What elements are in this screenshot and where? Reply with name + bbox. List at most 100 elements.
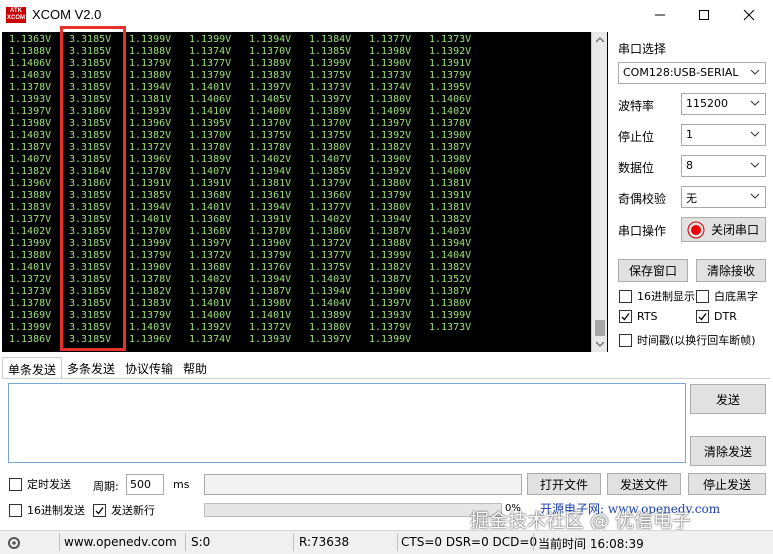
tab-multi-send[interactable]: 多条发送 xyxy=(62,357,120,378)
voltage-reading: 1.1390V xyxy=(369,286,412,297)
stop-send-button[interactable]: 停止发送 xyxy=(688,473,766,495)
voltage-reading: 1.1409V xyxy=(369,106,412,117)
voltage-reading: 1.1401V xyxy=(189,82,232,93)
voltage-reading: 1.1394V xyxy=(369,214,412,225)
send-file-button[interactable]: 发送文件 xyxy=(607,473,681,495)
voltage-reading: 1.1399V xyxy=(129,238,172,249)
voltage-reading: 1.1394V xyxy=(249,202,292,213)
voltage-reading: 1.1379V xyxy=(369,322,412,333)
voltage-reading: 1.1382V xyxy=(369,142,412,153)
voltage-reading: 1.1378V xyxy=(249,142,292,153)
databit-label: 数据位 xyxy=(618,161,655,175)
scroll-down-icon[interactable] xyxy=(592,336,608,352)
voltage-reading: 1.1399V xyxy=(129,34,172,45)
voltage-reading: 1.1400V xyxy=(249,106,292,117)
voltage-reading: 1.1382V xyxy=(429,262,472,273)
voltage-reading: 1.1361V xyxy=(249,190,292,201)
databit-select[interactable]: 8 xyxy=(681,155,766,177)
voltage-reading: 1.1394V xyxy=(309,286,352,297)
voltage-reading: 1.1372V xyxy=(9,274,52,285)
voltage-reading: 1.1372V xyxy=(249,322,292,333)
voltage-reading: 1.1383V xyxy=(9,202,52,213)
chevron-down-icon xyxy=(750,193,760,199)
voltage-reading: 1.1392V xyxy=(369,166,412,177)
send-button[interactable]: 发送 xyxy=(690,384,766,414)
voltage-reading: 1.1379V xyxy=(189,70,232,81)
voltage-reading: 1.1399V xyxy=(189,34,232,45)
tab-protocol[interactable]: 协议传输 xyxy=(120,357,178,378)
voltage-reading: 1.1401V xyxy=(189,202,232,213)
voltage-reading: 1.1402V xyxy=(429,106,472,117)
send-textarea[interactable] xyxy=(8,383,686,463)
port-select-label: 串口选择 xyxy=(618,42,667,56)
close-port-button[interactable]: 关闭串口 xyxy=(681,217,766,242)
timestamp-checkbox[interactable]: 时间戳(以换行回车断帧) xyxy=(619,332,756,348)
voltage-reading: 1.1379V xyxy=(369,190,412,201)
stopbit-select[interactable]: 1 xyxy=(681,124,766,146)
chevron-down-icon xyxy=(750,100,760,106)
parity-select[interactable]: 无 xyxy=(681,186,766,208)
voltage-reading: 1.1372V xyxy=(129,142,172,153)
voltage-reading: 1.1373V xyxy=(429,322,472,333)
voltage-reading: 1.1383V xyxy=(249,70,292,81)
voltage-reading: 1.1406V xyxy=(9,58,52,69)
tab-help[interactable]: 帮助 xyxy=(178,357,212,378)
file-path-field[interactable] xyxy=(204,474,522,495)
dtr-checkbox[interactable]: DTR xyxy=(696,310,737,323)
send-newline-label: 发送新行 xyxy=(111,504,155,517)
port-select[interactable]: COM128:USB-SERIAL xyxy=(618,62,766,84)
voltage-reading: 1.1392V xyxy=(429,46,472,57)
status-website[interactable]: www.openedv.com xyxy=(64,535,177,549)
voltage-reading: 1.1380V xyxy=(309,142,352,153)
scroll-thumb[interactable] xyxy=(595,320,605,336)
voltage-reading: 1.1388V xyxy=(9,46,52,57)
tab-single-send[interactable]: 单条发送 xyxy=(2,357,63,378)
voltage-reading: 1.1397V xyxy=(249,82,292,93)
voltage-reading: 1.1407V xyxy=(309,154,352,165)
scroll-up-icon[interactable] xyxy=(592,32,608,48)
voltage-reading: 1.1380V xyxy=(369,178,412,189)
rts-checkbox[interactable]: RTS xyxy=(619,310,658,323)
hex-send-label: 16进制发送 xyxy=(27,504,85,517)
clear-receive-button[interactable]: 清除接收 xyxy=(696,259,766,282)
voltage-reading: 1.1373V xyxy=(9,286,52,297)
voltage-reading: 1.1375V xyxy=(309,130,352,141)
voltage-reading: 1.1380V xyxy=(369,94,412,105)
voltage-reading: 1.1404V xyxy=(309,298,352,309)
voltage-reading: 1.1384V xyxy=(309,34,352,45)
hex-display-checkbox[interactable]: 16进制显示 xyxy=(619,288,695,304)
voltage-reading: 1.1370V xyxy=(249,46,292,57)
save-window-button[interactable]: 保存窗口 xyxy=(618,259,688,282)
voltage-reading: 1.1374V xyxy=(189,46,232,57)
voltage-reading: 1.1389V xyxy=(309,106,352,117)
close-window-button[interactable] xyxy=(729,3,769,27)
maximize-button[interactable] xyxy=(684,3,724,27)
minimize-icon xyxy=(655,14,665,16)
voltage-reading: 1.1395V xyxy=(429,82,472,93)
check-icon xyxy=(95,506,104,514)
baud-select[interactable]: 115200 xyxy=(681,93,766,115)
voltage-reading: 1.1385V xyxy=(129,190,172,201)
voltage-reading: 1.1382V xyxy=(9,166,52,177)
receive-scrollbar[interactable] xyxy=(591,32,607,352)
voltage-reading: 1.1407V xyxy=(189,166,232,177)
voltage-reading: 1.1393V xyxy=(369,310,412,321)
voltage-reading: 1.1394V xyxy=(249,166,292,177)
minimize-button[interactable] xyxy=(640,3,680,27)
send-newline-checkbox[interactable]: 发送新行 xyxy=(93,502,155,518)
clear-send-button[interactable]: 清除发送 xyxy=(690,436,766,466)
voltage-reading: 1.1399V xyxy=(309,58,352,69)
hex-send-checkbox[interactable]: 16进制发送 xyxy=(9,502,85,518)
voltage-reading: 1.1395V xyxy=(189,118,232,129)
voltage-reading: 1.1402V xyxy=(309,214,352,225)
voltage-reading: 1.1368V xyxy=(189,214,232,225)
open-file-button[interactable]: 打开文件 xyxy=(527,473,601,495)
white-bg-checkbox[interactable]: 白底黑字 xyxy=(696,288,758,304)
voltage-reading: 1.1386V xyxy=(9,334,52,345)
voltage-reading: 1.1382V xyxy=(129,130,172,141)
checkbox-box xyxy=(696,310,709,323)
period-input[interactable]: 500 xyxy=(126,474,164,495)
parity-label: 奇偶校验 xyxy=(618,192,667,206)
period-label: 周期: xyxy=(93,480,119,493)
timed-send-checkbox[interactable]: 定时发送 xyxy=(9,476,71,492)
